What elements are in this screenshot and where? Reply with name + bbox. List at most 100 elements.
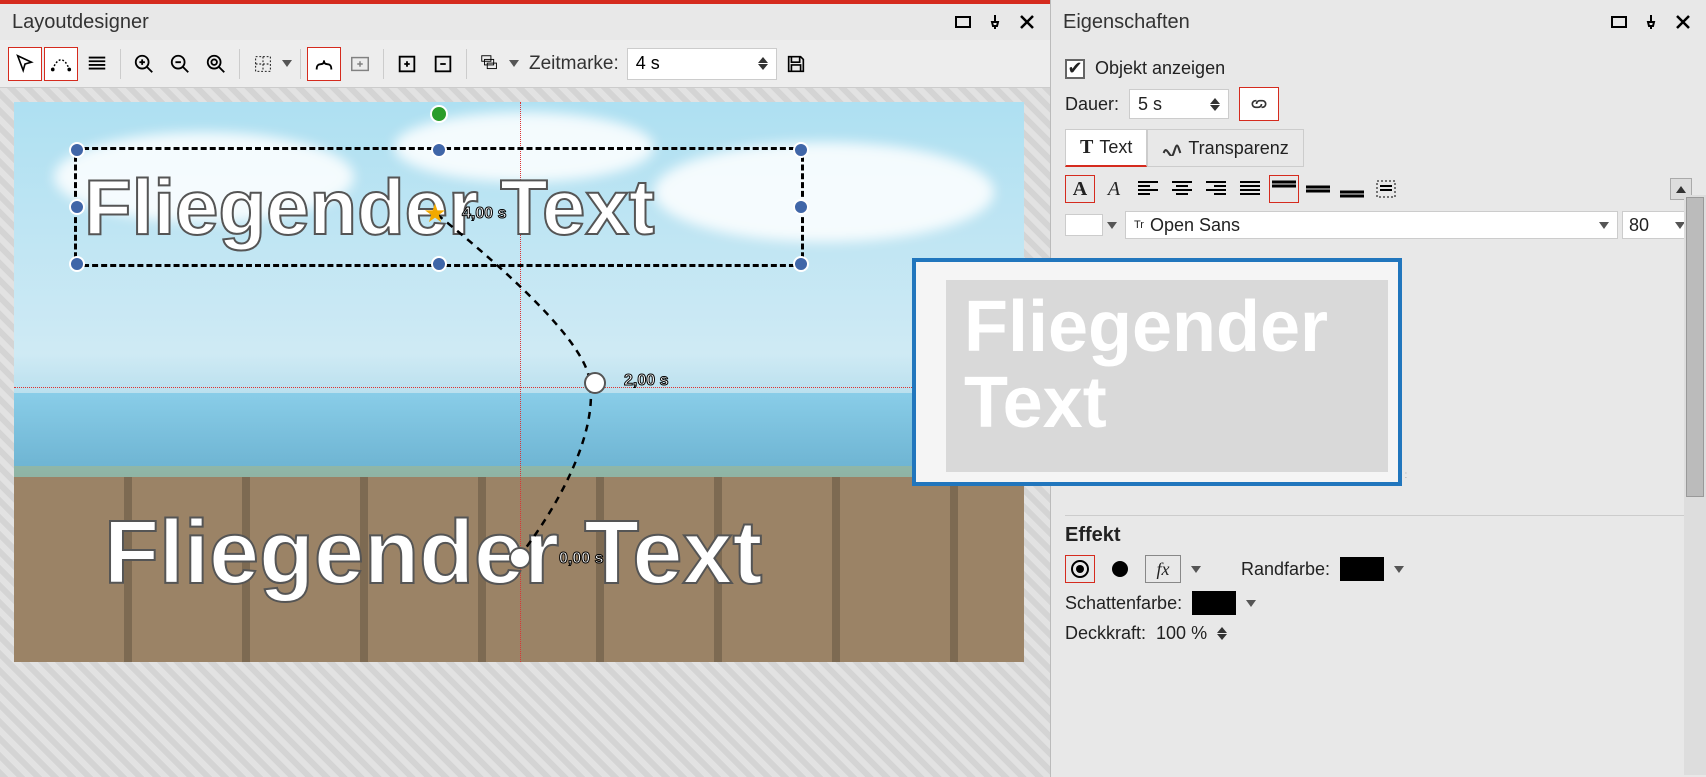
duration-row: Dauer: 5 s [1065, 87, 1692, 121]
transparency-tab-icon [1162, 140, 1182, 156]
align-center-icon[interactable] [1167, 175, 1197, 203]
timestamp-spinner[interactable] [758, 57, 768, 70]
timestamp-label: Zeitmarke: [529, 53, 619, 75]
waypoint-2[interactable]: ★ [424, 202, 446, 224]
panel-close-icon[interactable] [1016, 11, 1038, 33]
separator [300, 49, 301, 79]
italic-button[interactable]: A [1099, 175, 1129, 203]
separator [466, 49, 467, 79]
opacity-label: Deckkraft: [1065, 623, 1146, 644]
shadow-color-caret-icon[interactable] [1246, 600, 1258, 607]
list-tool-icon[interactable] [80, 47, 114, 81]
waypoint-0[interactable] [509, 547, 531, 569]
align-justify-icon[interactable] [1235, 175, 1265, 203]
panel-pin-icon[interactable] [1640, 11, 1662, 33]
effect-menu-caret-icon[interactable] [1191, 566, 1203, 573]
border-color-caret-icon[interactable] [1394, 566, 1406, 573]
zoom-out-icon[interactable] [163, 47, 197, 81]
text-preview-popup[interactable]: Fliegender Text [912, 258, 1402, 486]
opacity-row: Deckkraft: 100 % [1065, 623, 1692, 644]
separator [239, 49, 240, 79]
align-left-icon[interactable] [1133, 175, 1163, 203]
shadow-row: Schattenfarbe: [1065, 591, 1692, 615]
grid-toggle-icon[interactable] [246, 47, 280, 81]
separator [383, 49, 384, 79]
valign-bottom-icon[interactable] [1337, 175, 1367, 203]
opacity-value: 100 % [1156, 623, 1207, 644]
grid-menu-caret-icon[interactable] [282, 60, 294, 67]
scrollbar-thumb[interactable] [1686, 197, 1704, 497]
text-preview-content: Fliegender Text [964, 290, 1370, 441]
font-family-value: Open Sans [1150, 215, 1240, 236]
waypoint-1[interactable] [584, 372, 606, 394]
shadow-color-swatch[interactable] [1192, 591, 1236, 615]
waypoint-0-label: 0,00 s [559, 550, 603, 568]
separator [120, 49, 121, 79]
expand-icon[interactable] [390, 47, 424, 81]
text-preview-inner: Fliegender Text [946, 280, 1388, 472]
add-keyframe-icon[interactable] [343, 47, 377, 81]
motion-path [14, 102, 1024, 662]
tab-text-label: Text [1099, 137, 1132, 158]
zoom-in-icon[interactable] [127, 47, 161, 81]
text-block-icon[interactable] [1371, 175, 1401, 203]
text-color-swatch[interactable] [1065, 214, 1103, 236]
tab-transparency[interactable]: Transparenz [1147, 129, 1303, 167]
timestamp-input[interactable]: 4 s [627, 48, 777, 80]
format-row-2: Tr Open Sans 80 [1065, 211, 1692, 239]
effect-fx-button[interactable]: fx [1145, 555, 1181, 583]
layout-titlebar: Layoutdesigner [0, 0, 1050, 40]
properties-titlebar: Eigenschaften [1051, 0, 1706, 40]
color-dropdown-caret-icon[interactable] [1107, 222, 1121, 229]
duration-spinner[interactable] [1210, 98, 1220, 111]
valign-top-icon[interactable] [1269, 175, 1299, 203]
timestamp-value: 4 s [636, 53, 660, 74]
zoom-fit-icon[interactable] [199, 47, 233, 81]
chevron-down-icon [1599, 222, 1609, 229]
link-duration-button[interactable] [1239, 87, 1279, 121]
duration-value: 5 s [1138, 94, 1162, 115]
motion-path-tool-icon[interactable] [307, 47, 341, 81]
align-right-icon[interactable] [1201, 175, 1231, 203]
collapse-icon[interactable] [426, 47, 460, 81]
layout-toolbar: Zeitmarke: 4 s [0, 40, 1050, 88]
tab-text[interactable]: T Text [1065, 129, 1147, 167]
panel-close-icon[interactable] [1672, 11, 1694, 33]
panel-maximize-icon[interactable] [952, 11, 974, 33]
panel-pin-icon[interactable] [984, 11, 1006, 33]
tab-transparency-label: Transparenz [1188, 138, 1288, 159]
font-family-dropdown[interactable]: Tr Open Sans [1125, 211, 1618, 239]
star-icon: ★ [423, 198, 446, 229]
effect-heading: Effekt [1065, 515, 1692, 547]
path-visibility-icon[interactable] [44, 47, 78, 81]
waypoint-2-label: 4,00 s [462, 205, 506, 223]
property-tabs: T Text Transparenz [1065, 129, 1692, 167]
save-icon[interactable] [779, 47, 813, 81]
font-type-icon: Tr [1134, 219, 1144, 231]
pointer-tool-icon[interactable] [8, 47, 42, 81]
waypoint-1-label: 2,00 s [624, 372, 668, 390]
properties-scrollbar[interactable] [1684, 195, 1706, 775]
border-color-label: Randfarbe: [1241, 559, 1330, 580]
arrange-menu-caret-icon[interactable] [509, 60, 521, 67]
layout-designer-panel: Layoutdesigner Zeitmarke: 4 s [0, 0, 1050, 777]
opacity-spinner[interactable] [1217, 627, 1227, 640]
effect-fill-button[interactable] [1105, 555, 1135, 583]
show-object-row: ✔ Objekt anzeigen [1065, 58, 1692, 79]
border-color-swatch[interactable] [1340, 557, 1384, 581]
duration-input[interactable]: 5 s [1129, 89, 1229, 119]
arrange-menu-icon[interactable] [473, 47, 507, 81]
effect-outline-button[interactable] [1065, 555, 1095, 583]
bold-button[interactable]: A [1065, 175, 1095, 203]
font-size-dropdown[interactable]: 80 [1622, 211, 1692, 239]
canvas[interactable]: Fliegender Text Fliegender Text 0,00 s [14, 102, 1024, 662]
format-row-1: A A [1065, 175, 1692, 203]
properties-title: Eigenschaften [1063, 11, 1598, 34]
effect-row: fx Randfarbe: [1065, 555, 1692, 583]
panel-maximize-icon[interactable] [1608, 11, 1630, 33]
show-object-checkbox[interactable]: ✔ [1065, 59, 1085, 79]
valign-middle-icon[interactable] [1303, 175, 1333, 203]
link-icon [1249, 94, 1269, 114]
show-object-label: Objekt anzeigen [1095, 58, 1225, 79]
shadow-color-label: Schattenfarbe: [1065, 593, 1182, 614]
